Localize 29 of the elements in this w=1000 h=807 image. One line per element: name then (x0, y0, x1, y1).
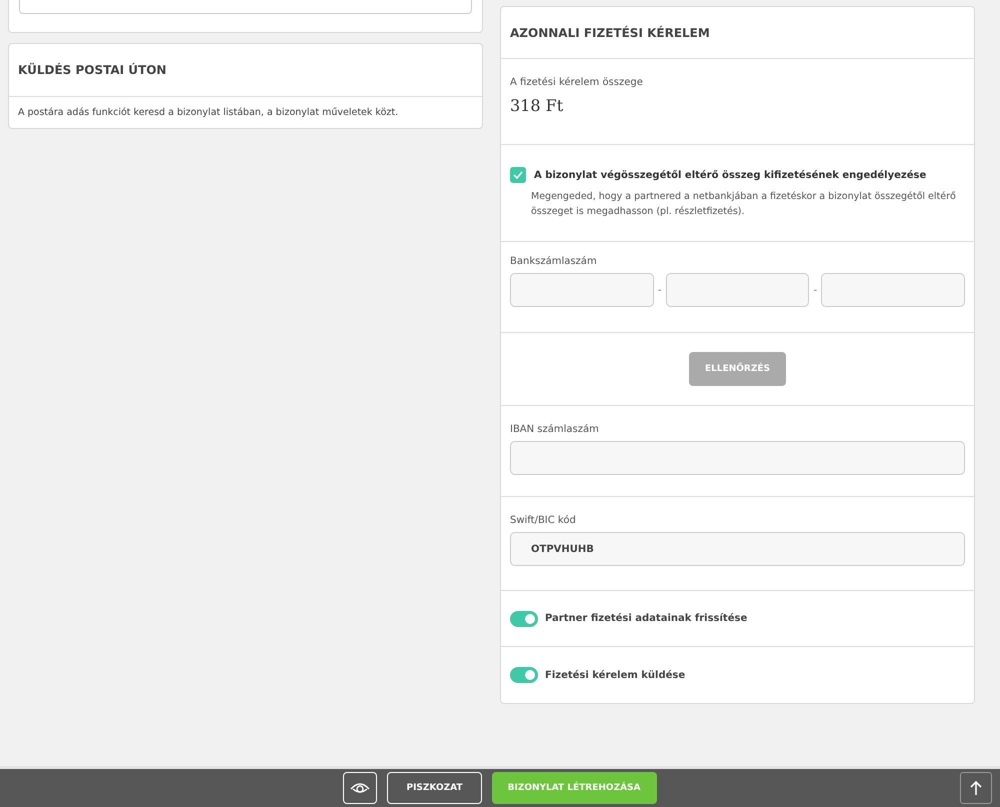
card-title: AZONNALI FIZETÉSI KÉRELEM (501, 7, 974, 59)
check-icon (513, 171, 523, 179)
input-field[interactable] (666, 273, 810, 307)
input-field[interactable] (19, 0, 472, 14)
input-field[interactable] (510, 441, 965, 475)
preview-button[interactable] (343, 772, 378, 804)
input-field[interactable] (821, 273, 965, 307)
arrow-up-icon (970, 780, 982, 796)
card-title: KÜLDÉS POSTAI ÚTON (9, 44, 482, 97)
checkbox[interactable] (510, 167, 526, 183)
separator-text: - (813, 284, 818, 296)
input-field[interactable]: OTPVHUHB (510, 532, 965, 566)
input-field[interactable] (510, 273, 654, 307)
draft-button[interactable]: PISZKOZAT (387, 772, 482, 804)
description-text: Megengeded, hogy a partnered a netbankjában a fizetéskor a bizonylat összegétől eltérő összeget is megadhasson (pl. részletfizetés). (531, 190, 957, 220)
field-label: IBAN számlaszám (510, 424, 600, 435)
toggle-label: Partner fizetési adatainak frissítése (545, 613, 748, 624)
toggle-switch[interactable] (510, 610, 538, 626)
toggle-switch[interactable] (510, 667, 538, 683)
field-label: Bankszámlaszám (510, 256, 598, 267)
amount-label: A fizetési kérelem összege (510, 77, 644, 88)
info-text: A postára adás funkciót keresd a bizonylat listában, a bizonylat műveletek közt. (17, 106, 400, 120)
toggle-label: Fizetési kérelem küldése (545, 670, 686, 680)
checkbox-label: A bizonylat végösszegétől eltérő összeg kifizetésének engedélyezése (534, 170, 926, 180)
field-label: Swift/BIC kód (510, 515, 577, 526)
eye-icon (350, 781, 370, 795)
amount-value: 318 Ft (510, 96, 564, 115)
scroll-top-button[interactable] (960, 772, 992, 804)
separator-text: - (658, 284, 662, 296)
